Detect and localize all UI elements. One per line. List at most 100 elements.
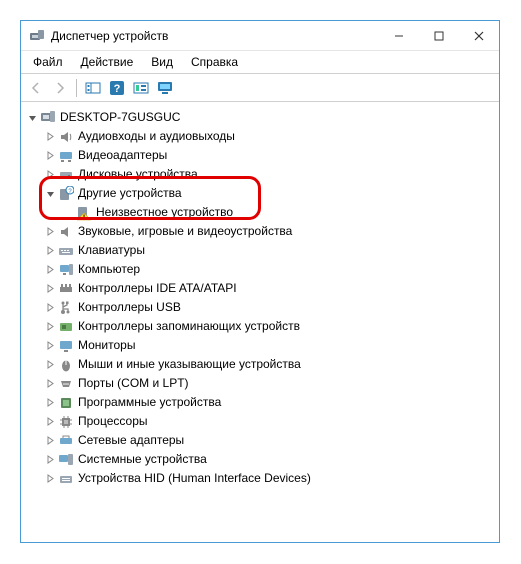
toolbar-separator [76, 79, 77, 97]
network-icon [58, 433, 74, 449]
usb-icon [58, 300, 74, 316]
tree-label: Контроллеры IDE ATA/ATAPI [78, 279, 237, 298]
expander-closed-icon[interactable] [43, 474, 57, 483]
tree-node-audio[interactable]: Аудиовходы и аудиовыходы [25, 127, 499, 146]
tree-label: Звуковые, игровые и видеоустройства [78, 222, 292, 241]
device-manager-window: Диспетчер устройств Файл Действие Вид Сп… [20, 20, 500, 543]
device-tree[interactable]: DESKTOP-7GUSGUC Аудиовходы и аудиовыходы… [21, 102, 499, 542]
window-controls [379, 21, 499, 51]
cpu-icon [58, 414, 74, 430]
show-hide-tree-button[interactable] [82, 77, 104, 99]
tree-label: Аудиовходы и аудиовыходы [78, 127, 235, 146]
titlebar: Диспетчер устройств [21, 21, 499, 51]
tree-node-usb[interactable]: Контроллеры USB [25, 298, 499, 317]
sound-icon [58, 224, 74, 240]
mouse-icon [58, 357, 74, 373]
tree-label: Неизвестное устройство [96, 203, 233, 222]
menu-action[interactable]: Действие [73, 53, 142, 71]
tree-label: Мониторы [78, 336, 135, 355]
expander-open-icon[interactable] [43, 189, 57, 198]
tree-node-keyboard[interactable]: Клавиатуры [25, 241, 499, 260]
maximize-button[interactable] [419, 21, 459, 51]
tree-label: Программные устройства [78, 393, 221, 412]
expander-closed-icon[interactable] [43, 265, 57, 274]
expander-closed-icon[interactable] [43, 132, 57, 141]
svg-text:?: ? [114, 83, 121, 95]
tree-label: Порты (COM и LPT) [78, 374, 189, 393]
expander-closed-icon[interactable] [43, 246, 57, 255]
other-devices-icon: ? [58, 186, 74, 202]
hid-icon [58, 471, 74, 487]
tree-root-label: DESKTOP-7GUSGUC [60, 108, 180, 127]
menubar: Файл Действие Вид Справка [21, 51, 499, 74]
tree-node-hid[interactable]: Устройства HID (Human Interface Devices) [25, 469, 499, 488]
tree-label: Контроллеры запоминающих устройств [78, 317, 300, 336]
expander-closed-icon[interactable] [43, 170, 57, 179]
expander-closed-icon[interactable] [43, 303, 57, 312]
tree-node-video[interactable]: Видеоадаптеры [25, 146, 499, 165]
menu-view[interactable]: Вид [143, 53, 181, 71]
tree-node-sound[interactable]: Звуковые, игровые и видеоустройства [25, 222, 499, 241]
tree-label: Другие устройства [78, 184, 182, 203]
expander-closed-icon[interactable] [43, 455, 57, 464]
tree-label: Системные устройства [78, 450, 207, 469]
close-button[interactable] [459, 21, 499, 51]
tree-node-computer[interactable]: Компьютер [25, 260, 499, 279]
tree-node-system[interactable]: Системные устройства [25, 450, 499, 469]
tree-node-unknown[interactable]: ! Неизвестное устройство [25, 203, 499, 222]
tree-node-ide[interactable]: Контроллеры IDE ATA/ATAPI [25, 279, 499, 298]
ide-controller-icon [58, 281, 74, 297]
tree-label: Процессоры [78, 412, 148, 431]
disk-icon [58, 167, 74, 183]
tree-node-software[interactable]: Программные устройства [25, 393, 499, 412]
toolbar: ? [21, 74, 499, 102]
tree-label: Клавиатуры [78, 241, 145, 260]
expander-open-icon[interactable] [25, 113, 39, 122]
expander-closed-icon[interactable] [43, 227, 57, 236]
monitor-button[interactable] [154, 77, 176, 99]
unknown-device-warning-icon: ! [76, 205, 92, 221]
storage-controller-icon [58, 319, 74, 335]
expander-closed-icon[interactable] [43, 151, 57, 160]
minimize-button[interactable] [379, 21, 419, 51]
port-icon [58, 376, 74, 392]
menu-file[interactable]: Файл [25, 53, 71, 71]
pc-icon [58, 262, 74, 278]
system-device-icon [58, 452, 74, 468]
app-icon [29, 28, 45, 44]
tree-node-net[interactable]: Сетевые адаптеры [25, 431, 499, 450]
expander-closed-icon[interactable] [43, 341, 57, 350]
tree-root[interactable]: DESKTOP-7GUSGUC [25, 108, 499, 127]
tree-node-mouse[interactable]: Мыши и иные указывающие устройства [25, 355, 499, 374]
expander-closed-icon[interactable] [43, 417, 57, 426]
expander-closed-icon[interactable] [43, 398, 57, 407]
tree-node-ports[interactable]: Порты (COM и LPT) [25, 374, 499, 393]
scan-hardware-button[interactable] [130, 77, 152, 99]
help-button[interactable]: ? [106, 77, 128, 99]
expander-closed-icon[interactable] [43, 379, 57, 388]
forward-button [49, 77, 71, 99]
tree-node-monitor[interactable]: Мониторы [25, 336, 499, 355]
tree-node-storage[interactable]: Контроллеры запоминающих устройств [25, 317, 499, 336]
tree-node-cpu[interactable]: Процессоры [25, 412, 499, 431]
tree-label: Дисковые устройства [78, 165, 198, 184]
back-button [25, 77, 47, 99]
expander-closed-icon[interactable] [43, 322, 57, 331]
display-adapter-icon [58, 148, 74, 164]
expander-closed-icon[interactable] [43, 284, 57, 293]
speaker-icon [58, 129, 74, 145]
expander-closed-icon[interactable] [43, 436, 57, 445]
tree-label: Мыши и иные указывающие устройства [78, 355, 301, 374]
expander-closed-icon[interactable] [43, 360, 57, 369]
tree-label: Видеоадаптеры [78, 146, 167, 165]
tree-label: Устройства HID (Human Interface Devices) [78, 469, 311, 488]
window-title: Диспетчер устройств [51, 29, 379, 43]
computer-icon [40, 110, 56, 126]
keyboard-icon [58, 243, 74, 259]
tree-node-disk[interactable]: Дисковые устройства [25, 165, 499, 184]
menu-help[interactable]: Справка [183, 53, 246, 71]
software-device-icon [58, 395, 74, 411]
tree-label: Сетевые адаптеры [78, 431, 184, 450]
tree-node-other[interactable]: ? Другие устройства [25, 184, 499, 203]
tree-label: Контроллеры USB [78, 298, 181, 317]
